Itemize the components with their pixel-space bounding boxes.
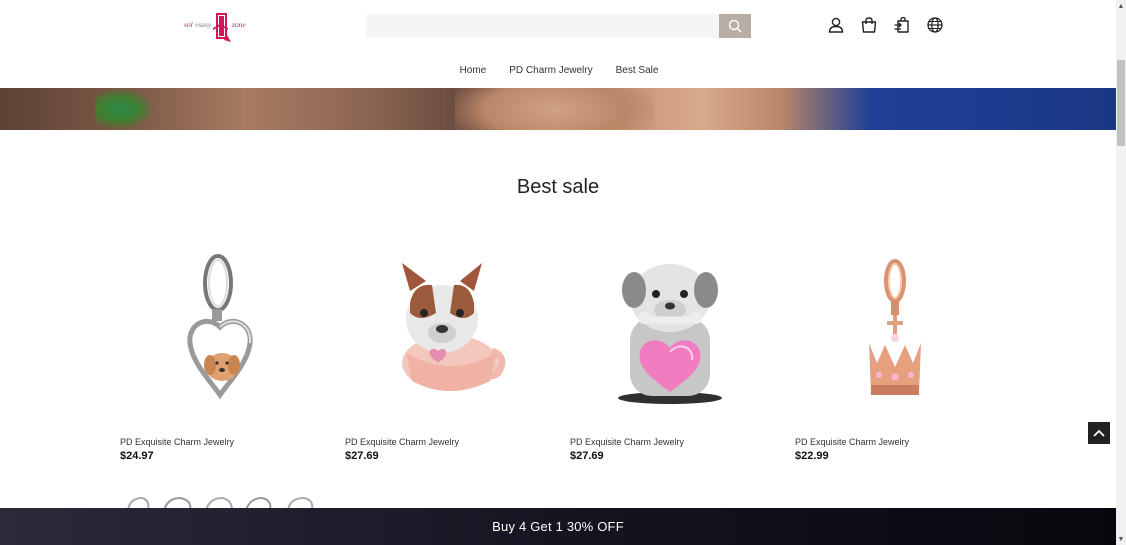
crown-charm-image <box>869 258 921 395</box>
section-title: Best sale <box>516 176 600 198</box>
search-icon <box>728 19 742 33</box>
site-logo[interactable]: sol vsasy zone <box>183 10 253 44</box>
header-icons <box>826 15 945 35</box>
product-name[interactable]: PD Exquisite Charm Jewelry <box>345 437 459 447</box>
product-name[interactable]: PD Exquisite Charm Jewelry <box>570 437 684 447</box>
promo-bar[interactable]: Buy 4 Get 1 30% OFF <box>0 508 1116 545</box>
bag-swap-icon[interactable] <box>892 15 912 35</box>
product-price: $22.99 <box>795 450 829 462</box>
hero-decoration <box>455 88 655 130</box>
page: sol vsasy zone Home PD Charm Jewelry Bes… <box>0 0 1126 545</box>
promo-text: Buy 4 Get 1 30% OFF <box>492 519 624 534</box>
product-name[interactable]: PD Exquisite Charm Jewelry <box>795 437 909 447</box>
main-nav: Home PD Charm Jewelry Best Sale <box>0 62 1116 82</box>
product-price: $27.69 <box>345 450 379 462</box>
product-card[interactable]: PD Exquisite Charm Jewelry $24.97 <box>120 230 320 470</box>
hero-decoration <box>95 88 155 130</box>
product-image[interactable] <box>355 230 535 425</box>
product-price: $27.69 <box>570 450 604 462</box>
product-grid: PD Exquisite Charm Jewelry $24.97 PD Exq… <box>120 230 1020 470</box>
product-card[interactable]: PD Exquisite Charm Jewelry $27.69 <box>345 230 545 470</box>
search-input[interactable] <box>366 14 719 38</box>
product-image[interactable] <box>580 230 760 425</box>
nav-item-best-sale[interactable]: Best Sale <box>616 62 659 82</box>
scroll-down-arrow[interactable]: ▼ <box>1116 533 1126 545</box>
puppy-heart-charm-image <box>618 263 722 404</box>
scroll-thumb[interactable] <box>1117 60 1125 146</box>
chevron-up-icon <box>1093 429 1105 437</box>
search-button[interactable] <box>719 14 751 38</box>
bulldog-cup-charm-image <box>402 262 506 391</box>
site-header: sol vsasy zone Home PD Charm Jewelry Bes… <box>0 0 1116 88</box>
bag-icon[interactable] <box>859 15 879 35</box>
nav-item-pd-charm-jewelry[interactable]: PD Charm Jewelry <box>509 62 592 82</box>
svg-text:vsasy: vsasy <box>195 20 212 29</box>
product-image[interactable] <box>130 230 310 425</box>
heart-dog-charm-image <box>187 253 253 400</box>
svg-text:sol: sol <box>184 20 193 29</box>
product-card[interactable]: PD Exquisite Charm Jewelry $22.99 <box>795 230 995 470</box>
user-icon[interactable] <box>826 15 846 35</box>
back-to-top-button[interactable] <box>1088 422 1110 444</box>
product-name[interactable]: PD Exquisite Charm Jewelry <box>120 437 234 447</box>
product-price: $24.97 <box>120 450 154 462</box>
product-image[interactable] <box>805 230 985 425</box>
logo-image: sol vsasy zone <box>184 13 246 42</box>
product-card[interactable]: PD Exquisite Charm Jewelry $27.69 <box>570 230 770 470</box>
hero-banner <box>0 88 1116 130</box>
globe-icon[interactable] <box>925 15 945 35</box>
search-bar <box>366 14 751 38</box>
svg-text:zone: zone <box>231 20 246 29</box>
scroll-up-arrow[interactable]: ▲ <box>1116 0 1126 12</box>
scrollbar[interactable]: ▲ ▼ <box>1116 0 1126 545</box>
nav-item-home[interactable]: Home <box>460 62 487 82</box>
